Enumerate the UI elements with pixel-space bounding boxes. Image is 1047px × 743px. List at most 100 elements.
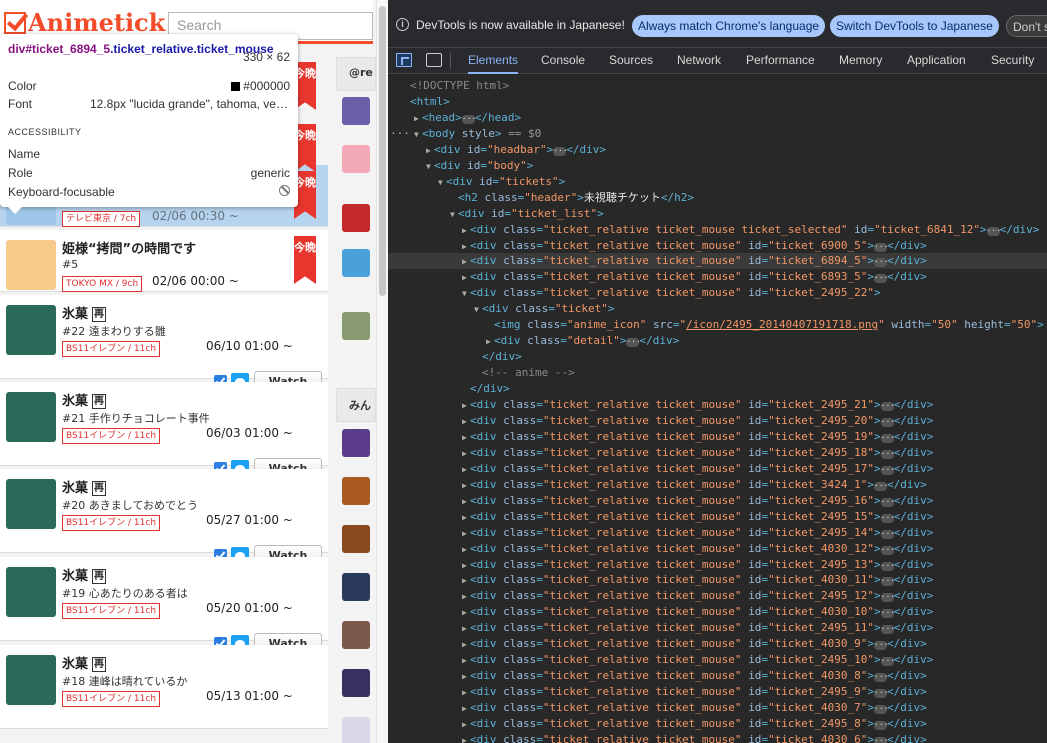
dom-node[interactable]: ▶ <div class="ticket_relative ticket_mous… xyxy=(388,413,1047,429)
ticket-card[interactable]: 氷菓再 #22 遠まわりする雛 BS11イレブン / 11ch 06/10 01:00… xyxy=(0,295,328,393)
dom-node[interactable]: ▶ <div class="ticket_relative ticket_mous… xyxy=(388,620,1047,636)
dom-node[interactable]: ▼ <div class="ticket_relative ticket_mous… xyxy=(388,285,1047,301)
dom-node[interactable]: ▶ <div class="ticket_relative ticket_mous… xyxy=(388,716,1047,732)
user-avatar[interactable] xyxy=(342,97,370,125)
tab-console[interactable]: Console xyxy=(541,48,585,74)
user-avatar[interactable] xyxy=(342,477,370,505)
dom-node[interactable]: ▼ <div class="ticket"> xyxy=(388,301,1047,317)
dom-node[interactable]: ▶ <div class="detail">···</div> xyxy=(388,333,1047,349)
dom-node[interactable]: ▶ <div class="ticket_relative ticket_mous… xyxy=(388,253,1047,270)
dom-node[interactable]: ▶ <div class="ticket_relative ticket_mous… xyxy=(388,269,1047,285)
ticket-card[interactable]: 氷菓再 #19 心あたりのある者は BS11イレブン / 11ch 05/20 01:… xyxy=(0,557,328,655)
dom-node[interactable]: ▶ <div class="ticket_relative ticket_mous… xyxy=(388,572,1047,588)
match-language-button[interactable]: Always match Chrome's language xyxy=(632,15,826,37)
color-row: Color #000000 xyxy=(8,79,290,93)
ticket-title[interactable]: 氷菓再 xyxy=(62,390,107,409)
ticket-title[interactable]: 氷菓再 xyxy=(62,653,107,672)
dom-node[interactable]: <img class="anime_icon" src="/icon/2495_… xyxy=(388,317,1047,333)
ticket-title[interactable]: 氷菓再 xyxy=(62,565,107,584)
dom-node[interactable]: ▶ <div class="ticket_relative ticket_mous… xyxy=(388,604,1047,620)
dom-node[interactable]: ▼ <div id="tickets"> xyxy=(388,174,1047,190)
dom-node[interactable]: ▶ <div class="ticket_relative ticket_mous… xyxy=(388,541,1047,557)
user-avatar[interactable] xyxy=(342,312,370,340)
dom-node[interactable]: ▶ <div class="ticket_relative ticket_mous… xyxy=(388,525,1047,541)
web-page: Animetick Search 道産子ギャルはなまらめんこい#5 なまら苦くて… xyxy=(0,0,388,743)
dom-node[interactable]: ▶ <div class="ticket_relative ticket_mous… xyxy=(388,700,1047,716)
dom-node[interactable]: ▶ <div id="headbar">···</div> xyxy=(388,142,1047,158)
dom-node[interactable]: ▶ <div class="ticket_relative ticket_mous… xyxy=(388,429,1047,445)
dont-show-button[interactable]: Don't s xyxy=(1006,15,1047,37)
dom-node[interactable]: ▶ <div class="ticket_relative ticket_mous… xyxy=(388,636,1047,652)
tab-network[interactable]: Network xyxy=(677,48,721,74)
ticket-card[interactable]: 氷菓再 #18 連峰は晴れているか BS11イレブン / 11ch 05/13 01:… xyxy=(0,645,328,729)
anime-icon xyxy=(6,479,56,529)
dom-node[interactable]: ▶ <div class="ticket_relative ticket_mous… xyxy=(388,222,1047,238)
dom-node[interactable]: ▶ <div class="ticket_relative ticket_mous… xyxy=(388,732,1047,743)
scrollbar-thumb[interactable] xyxy=(379,6,386,296)
anime-icon xyxy=(6,655,56,705)
dom-node[interactable]: ▶ <div class="ticket_relative ticket_mous… xyxy=(388,461,1047,477)
broadcast-time: 06/03 01:00 ~ xyxy=(206,426,293,440)
broadcast-time: 06/10 01:00 ~ xyxy=(206,339,293,353)
dom-node[interactable]: </div> xyxy=(388,381,1047,397)
tab-memory[interactable]: Memory xyxy=(839,48,882,74)
user-avatar[interactable] xyxy=(342,621,370,649)
user-avatar[interactable] xyxy=(342,573,370,601)
dom-node[interactable]: <!-- anime --> xyxy=(388,365,1047,381)
tab-performance[interactable]: Performance xyxy=(746,48,815,74)
side-column: @re みん xyxy=(336,57,376,743)
dom-node[interactable]: <html> xyxy=(388,94,1047,110)
episode-title: #22 遠まわりする雛 xyxy=(62,325,166,338)
dom-node[interactable]: ▶ <div class="ticket_relative ticket_mous… xyxy=(388,668,1047,684)
dom-node[interactable]: <h2 class="header">未視聴チケット</h2> xyxy=(388,190,1047,206)
dom-node[interactable]: ▶ <div class="ticket_relative ticket_mous… xyxy=(388,588,1047,604)
user-avatar[interactable] xyxy=(342,525,370,553)
ticket-title[interactable]: 姫様“拷問”の時間です xyxy=(62,238,196,257)
dom-node[interactable]: ▶ <div class="ticket_relative ticket_mous… xyxy=(388,684,1047,700)
dom-node[interactable]: ▶ <div class="ticket_relative ticket_mous… xyxy=(388,493,1047,509)
dom-node[interactable]: ▶ <div class="ticket_relative ticket_mous… xyxy=(388,509,1047,525)
inspect-tooltip: div#ticket_6894_5.ticket_relative.ticket… xyxy=(0,34,298,214)
tab-application[interactable]: Application xyxy=(907,48,966,74)
switch-japanese-button[interactable]: Switch DevTools to Japanese xyxy=(830,15,999,37)
user-avatar[interactable] xyxy=(342,204,370,232)
tab-elements[interactable]: Elements xyxy=(468,48,519,74)
element-size: 330 × 62 xyxy=(242,50,290,64)
dom-node[interactable]: </div> xyxy=(388,349,1047,365)
dom-node[interactable]: ▼ <div id="ticket_list"> xyxy=(388,206,1047,222)
dom-node[interactable]: ▶ <div class="ticket_relative ticket_mous… xyxy=(388,397,1047,413)
dom-node[interactable]: ··· ▼ <body style> == $0 xyxy=(388,126,1047,142)
dom-node[interactable]: ▶ <div class="ticket_relative ticket_mous… xyxy=(388,238,1047,254)
user-avatar[interactable] xyxy=(342,717,370,743)
side-column-header: みん xyxy=(336,388,376,422)
ticket-title[interactable]: 氷菓再 xyxy=(62,303,107,322)
page-scrollbar[interactable] xyxy=(376,0,388,743)
user-avatar[interactable] xyxy=(342,669,370,697)
dom-node[interactable]: <!DOCTYPE html> xyxy=(388,78,1047,94)
inspect-element-icon[interactable] xyxy=(396,53,412,67)
tab-sources[interactable]: Sources xyxy=(609,48,653,74)
dom-node[interactable]: ▶ <div class="ticket_relative ticket_mous… xyxy=(388,652,1047,668)
not-focusable-icon xyxy=(279,185,290,196)
dom-node[interactable]: ▶ <head>···</head> xyxy=(388,110,1047,126)
ticket-card[interactable]: 氷菓再 #20 あきましておめでとう BS11イレブン / 11ch 05/27 01… xyxy=(0,469,328,567)
side-column-header: @re xyxy=(336,57,376,91)
tab-security[interactable]: Security xyxy=(991,48,1034,74)
divider xyxy=(450,53,451,69)
rerun-badge: 再 xyxy=(92,569,107,584)
user-avatar[interactable] xyxy=(342,249,370,277)
dom-node[interactable]: ▶ <div class="ticket_relative ticket_mous… xyxy=(388,477,1047,493)
dom-node[interactable]: ▼ <div id="body"> xyxy=(388,158,1047,174)
device-toolbar-icon[interactable] xyxy=(426,53,442,67)
broadcast-time: 05/13 01:00 ~ xyxy=(206,689,293,703)
ticket-card[interactable]: 氷菓再 #21 手作りチョコレート事件 BS11イレブン / 11ch 06/03 0… xyxy=(0,382,328,480)
user-avatar[interactable] xyxy=(342,429,370,457)
site-logo[interactable]: Animetick xyxy=(4,8,165,37)
dom-node[interactable]: ▶ <div class="ticket_relative ticket_mous… xyxy=(388,557,1047,573)
ticket-title[interactable]: 氷菓再 xyxy=(62,477,107,496)
ticket-card[interactable]: 姫様“拷問”の時間です #5 TOKYO MX / 9ch 02/06 00:00 ~… xyxy=(0,230,328,292)
check-logo-icon xyxy=(4,12,26,34)
channel-badge: BS11イレブン / 11ch xyxy=(62,341,161,357)
user-avatar[interactable] xyxy=(342,145,370,173)
dom-node[interactable]: ▶ <div class="ticket_relative ticket_mous… xyxy=(388,445,1047,461)
